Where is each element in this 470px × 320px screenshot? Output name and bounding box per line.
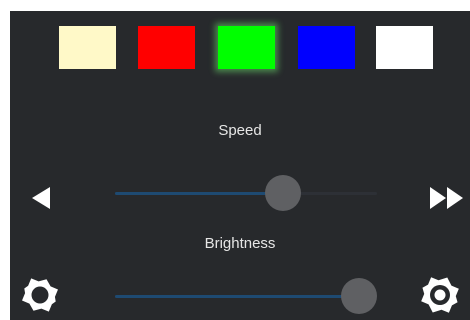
triangle-left-icon — [32, 187, 50, 209]
color-swatch-green[interactable] — [218, 26, 275, 69]
brightness-track-active — [115, 295, 359, 298]
color-swatch-white[interactable] — [376, 26, 433, 69]
color-swatch-red[interactable] — [138, 26, 195, 69]
speed-label: Speed — [218, 122, 262, 139]
speed-track-active — [115, 192, 283, 195]
brightness-increase-button[interactable] — [420, 275, 460, 315]
brightness-high-icon — [421, 277, 459, 313]
speed-slider-thumb[interactable] — [264, 175, 301, 211]
color-control-panel: Speed Brightness — [10, 11, 470, 320]
brightness-label: Brightness — [204, 235, 276, 252]
brightness-slider-thumb[interactable] — [340, 278, 377, 314]
fast-forward-icon — [430, 187, 463, 209]
brightness-low-icon — [22, 278, 58, 312]
color-swatch-blue[interactable] — [298, 26, 355, 69]
speed-increase-button[interactable] — [429, 186, 465, 210]
speed-decrease-button[interactable] — [31, 186, 53, 210]
color-swatch-cream[interactable] — [59, 26, 116, 69]
brightness-decrease-button[interactable] — [22, 277, 58, 313]
